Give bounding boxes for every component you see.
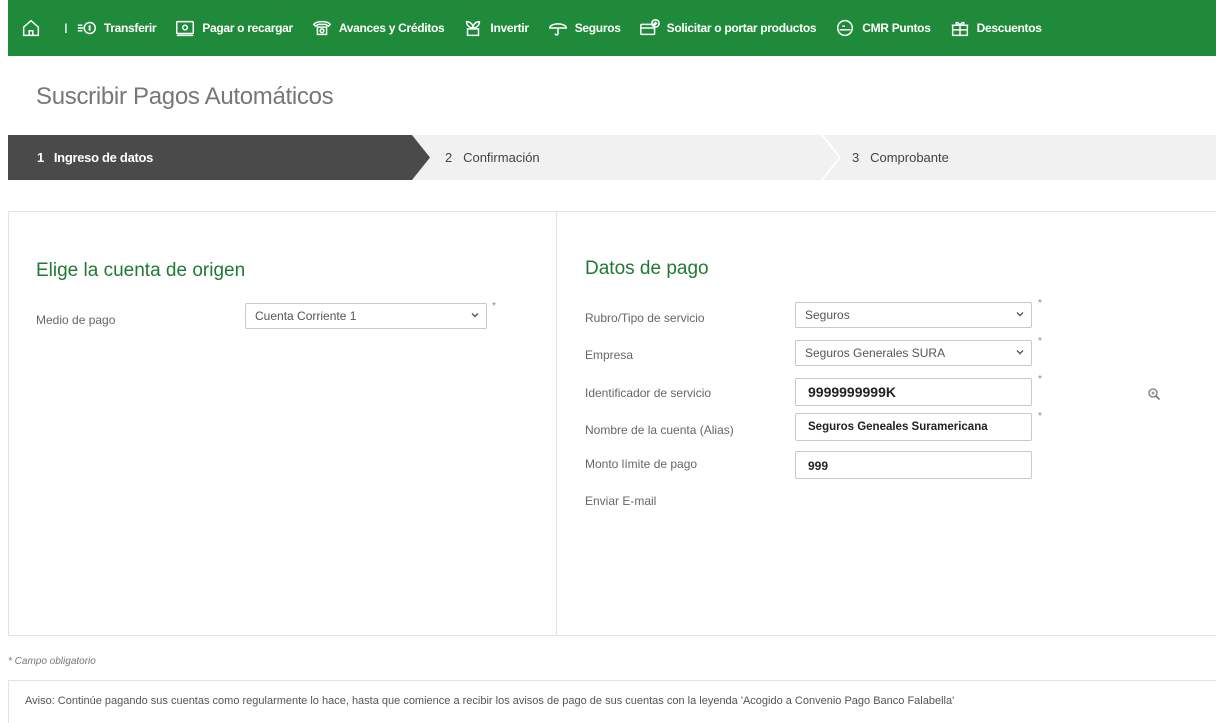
nav-item-invertir[interactable]: Invertir	[462, 17, 529, 39]
monto-label: Monto límite de pago	[585, 457, 698, 471]
nav-item-transferir[interactable]: Transferir	[76, 17, 157, 39]
nav-label: Seguros	[574, 21, 621, 35]
home-link[interactable]	[20, 17, 48, 39]
step-2: 2 Confirmación	[445, 150, 540, 165]
origin-section-title: Elige la cuenta de origen	[36, 260, 246, 281]
nav-item-pagar-o-recargar[interactable]: Pagar o recargar	[174, 17, 293, 39]
required-mark: *	[1038, 374, 1042, 385]
nav-label: CMR Puntos	[862, 21, 931, 35]
alias-input[interactable]: Seguros Geneales Suramericana	[795, 413, 1032, 441]
nav-item-solicitar-o-portar[interactable]: Solicitar o portar productos	[639, 17, 817, 39]
required-mark: *	[1038, 298, 1042, 309]
payment-section-title: Datos de pago	[585, 258, 709, 279]
empresa-select[interactable]: Seguros Generales SURA	[795, 340, 1032, 366]
top-navigation-bar: I Transferir Pagar o recargar Avances y …	[8, 0, 1216, 56]
page-title: Suscribir Pagos Automáticos	[36, 83, 334, 110]
required-mark: *	[1038, 336, 1042, 347]
select-value: Seguros	[805, 308, 850, 322]
required-mark: *	[492, 301, 496, 312]
identificador-input[interactable]: 9999999999K	[795, 378, 1032, 406]
nav-label: Solicitar o portar productos	[666, 21, 817, 35]
nav-label: Avances y Créditos	[338, 21, 445, 35]
nav-item-descuentos[interactable]: Descuentos	[949, 17, 1042, 39]
nav-label: Descuentos	[976, 21, 1042, 35]
nav-separator: I	[64, 20, 68, 36]
nav-item-cmr-puntos[interactable]: CMR Puntos	[834, 17, 931, 39]
nav-item-avances-y-creditos[interactable]: Avances y Créditos	[311, 17, 445, 39]
step-1: 1 Ingreso de datos	[37, 150, 153, 165]
step-label: Ingreso de datos	[53, 150, 154, 165]
step-label: Confirmación	[463, 150, 540, 165]
chevron-down-icon	[471, 313, 479, 318]
step-3: 3 Comprobante	[852, 150, 949, 165]
stepper-background	[8, 135, 1216, 180]
step-number: 2	[445, 150, 453, 165]
required-mark: *	[1038, 411, 1042, 422]
alias-label: Nombre de la cuenta (Alias)	[585, 423, 734, 437]
step-number: 3	[852, 150, 860, 165]
search-icon[interactable]	[1147, 387, 1161, 401]
rubro-label: Rubro/Tipo de servicio	[585, 311, 705, 325]
select-value: Seguros Generales SURA	[805, 346, 946, 360]
step-number: 1	[37, 150, 44, 165]
progress-stepper: 1 Ingreso de datos 2 Confirmación 3 Comp…	[8, 135, 1216, 180]
select-value: Cuenta Corriente 1	[255, 309, 357, 323]
wallet-icon	[176, 20, 195, 37]
notice-box: Aviso: Continúe pagando sus cuentas como…	[8, 680, 1216, 723]
monto-input[interactable]: 999	[795, 451, 1032, 479]
rubro-select[interactable]: Seguros	[795, 302, 1032, 328]
home-icon	[22, 19, 40, 37]
money-transfer-icon	[77, 21, 96, 35]
gift-icon	[951, 21, 968, 37]
step-label: Comprobante	[870, 150, 949, 165]
medio-de-pago-label: Medio de pago	[36, 313, 116, 327]
empresa-label: Empresa	[585, 348, 634, 362]
nav-label: Invertir	[490, 21, 529, 35]
nav-label: Pagar o recargar	[202, 21, 293, 35]
nav-item-seguros[interactable]: Seguros	[547, 17, 621, 39]
nav-label: Transferir	[103, 21, 157, 35]
chevron-down-icon	[1016, 350, 1024, 355]
identificador-label: Identificador de servicio	[585, 386, 712, 400]
enviar-email-label: Enviar E-mail	[585, 494, 657, 508]
mandatory-field-note: * Campo obligatorio	[8, 656, 96, 667]
medio-de-pago-select[interactable]: Cuenta Corriente 1	[245, 303, 487, 329]
phone-credit-icon	[312, 20, 332, 36]
umbrella-icon	[548, 23, 567, 36]
card-plus-icon	[639, 19, 660, 36]
notice-text: Aviso: Continúe pagando sus cuentas como…	[25, 695, 955, 707]
cmr-icon	[837, 19, 854, 37]
chevron-down-icon	[1016, 312, 1024, 317]
plant-icon	[466, 20, 481, 37]
